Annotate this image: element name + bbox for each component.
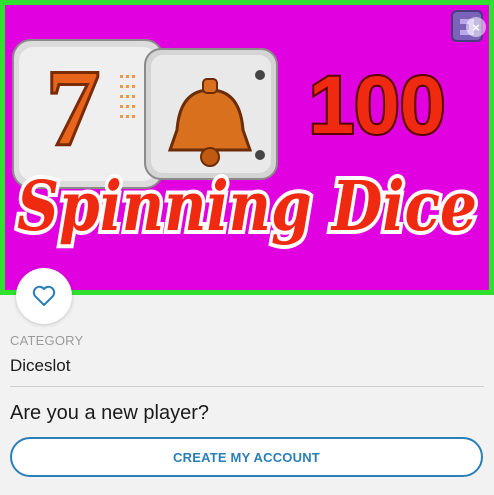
dice-seven-graphic: 7 (12, 39, 164, 189)
game-artwork: 7 100 Spinning Dice (12, 10, 483, 251)
create-account-label: CREATE MY ACCOUNT (173, 449, 320, 465)
game-banner[interactable]: 7 100 Spinning Dice × (0, 0, 494, 295)
new-player-prompt: Are you a new player? (10, 402, 210, 424)
category-label: CATEGORY (10, 333, 84, 348)
banner-title: Spinning Dice (17, 167, 477, 247)
close-icon[interactable]: × (466, 17, 486, 37)
banner-number: 100 (309, 60, 446, 151)
favorite-button[interactable] (16, 268, 72, 324)
svg-text:7: 7 (46, 47, 101, 169)
category-value: Diceslot (10, 356, 71, 375)
divider (10, 386, 484, 387)
dice-bell-graphic (144, 48, 278, 180)
create-account-button[interactable]: CREATE MY ACCOUNT (10, 437, 483, 477)
heart-icon (32, 285, 56, 306)
